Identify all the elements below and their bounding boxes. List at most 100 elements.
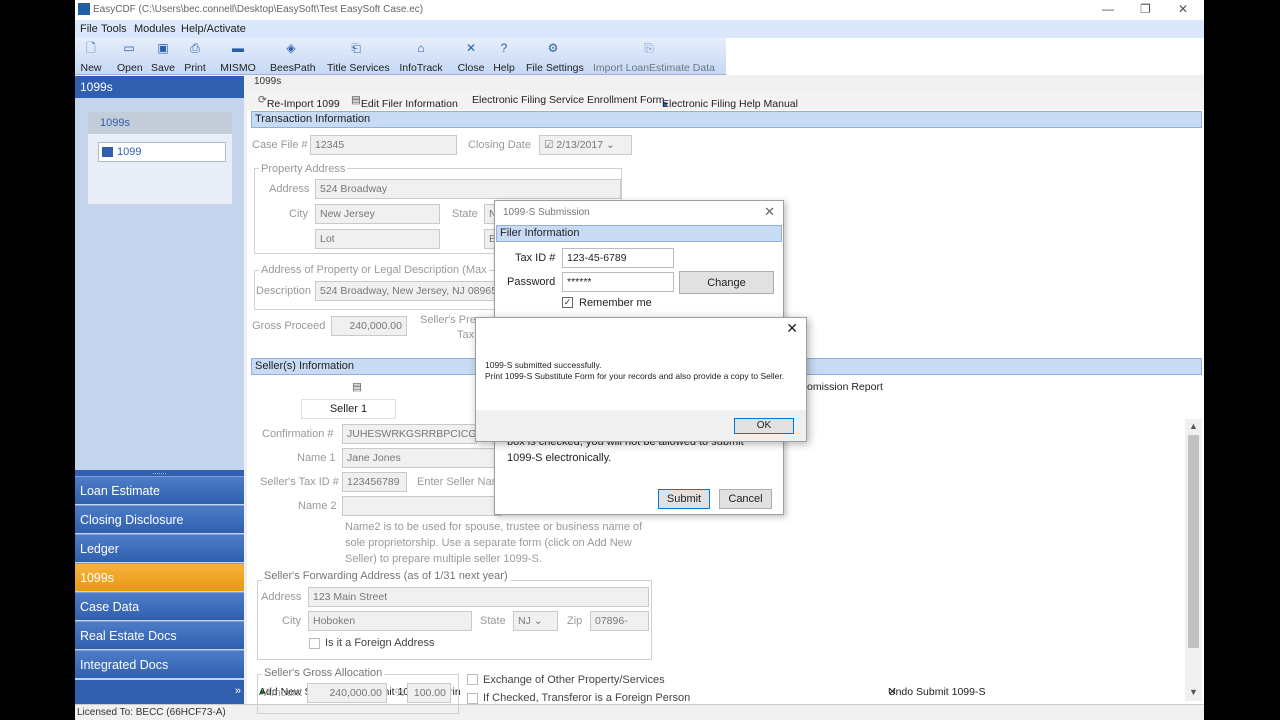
fwd-city-field[interactable]: Hoboken xyxy=(308,611,472,631)
import-loanestimate-button[interactable]: ⎘ Import LoanEstimate Data xyxy=(593,38,715,75)
dialog-close-icon[interactable]: ✕ xyxy=(764,204,775,220)
cancel-button[interactable]: Cancel xyxy=(719,489,772,509)
close-x-icon: ✕ xyxy=(465,41,477,55)
nav-real-estate-docs[interactable]: Real Estate Docs xyxy=(75,621,244,649)
message-close-icon[interactable]: ✕ xyxy=(786,320,798,337)
percent-label: % xyxy=(395,687,405,699)
city-field[interactable]: New Jersey xyxy=(315,204,440,224)
minimize-button[interactable]: — xyxy=(1102,2,1114,16)
address-field[interactable]: 524 Broadway xyxy=(315,179,621,199)
name2-field[interactable] xyxy=(342,496,502,516)
exchange-checkbox[interactable] xyxy=(467,674,478,685)
percent-field[interactable]: 100.00 xyxy=(407,683,451,703)
close-window-button[interactable]: ✕ xyxy=(1178,2,1188,16)
amount-field[interactable]: 240,000.00 xyxy=(307,683,387,703)
description-field[interactable]: 524 Broadway, New Jersey, NJ 08965 xyxy=(315,281,498,301)
transferor-label: If Checked, Transferor is a Foreign Pers… xyxy=(483,692,691,704)
fwd-state-select[interactable]: NJ ⌄ xyxy=(513,611,558,631)
edit-filer-button[interactable]: ▤ Edit Filer Information xyxy=(351,94,458,110)
print-button[interactable]: ⎙ Print xyxy=(182,38,208,75)
warning-text-line2: 1099-S electronically. xyxy=(507,452,612,464)
nav-closing-disclosure[interactable]: Closing Disclosure xyxy=(75,505,244,533)
dialog-caption: 1099-S Submission xyxy=(503,207,590,218)
fwd-address-field[interactable]: 123 Main Street xyxy=(308,587,649,607)
nav-1099s[interactable]: 1099s xyxy=(75,563,244,591)
ok-button[interactable]: OK xyxy=(734,418,794,434)
help-button[interactable]: ? Help xyxy=(493,38,515,75)
scroll-up-icon[interactable]: ▲ xyxy=(1189,421,1198,431)
case-file-field[interactable]: 12345 xyxy=(310,135,457,155)
fwd-state-label: State xyxy=(480,615,506,627)
message-body: ✕ 1099-S submitted successfully. Print 1… xyxy=(476,318,806,410)
nav-ledger[interactable]: Ledger xyxy=(75,534,244,562)
infotrack-button[interactable]: ⌂ InfoTrack xyxy=(399,38,443,75)
open-button[interactable]: ▭ Open xyxy=(117,38,143,75)
scrollbar-thumb[interactable] xyxy=(1188,435,1199,648)
address-label: Address xyxy=(269,183,310,195)
gross-proceed-field[interactable]: 240,000.00 xyxy=(331,316,407,336)
fwd-zip-field[interactable]: 07896- xyxy=(590,611,649,631)
lot-field[interactable]: Lot xyxy=(315,229,440,249)
document-tab[interactable]: 1099s xyxy=(247,76,1204,90)
sidebar-header: 1099s xyxy=(75,76,244,98)
status-bar: Licensed To: BECC (66HCF73-A) xyxy=(75,704,1204,720)
name1-field[interactable]: Jane Jones xyxy=(342,448,502,468)
chevron-down-icon: ⌄ xyxy=(533,615,543,627)
menu-file[interactable]: File xyxy=(80,23,98,35)
title-services-button[interactable]: ⎗ Title Services xyxy=(327,38,390,75)
tax-id-field[interactable]: 123-45-6789 xyxy=(562,248,674,268)
help-icon: ? xyxy=(500,41,508,55)
success-message-box: ✕ 1099-S submitted successfully. Print 1… xyxy=(475,317,807,442)
window-title: EasyCDF (C:\Users\bec.connell\Desktop\Ea… xyxy=(93,4,424,15)
name1-label: Name 1 xyxy=(297,452,336,464)
remember-me-label: Remember me xyxy=(579,297,652,309)
configure-chevron-icon[interactable]: » xyxy=(235,685,241,697)
close-case-button[interactable]: ✕ Close xyxy=(457,38,485,75)
transferor-checkbox[interactable] xyxy=(467,693,478,704)
foreign-address-checkbox[interactable] xyxy=(309,638,320,649)
property-address-legend: Property Address xyxy=(259,163,348,175)
tree-item-1099[interactable]: 1099 xyxy=(98,142,226,162)
reimport-1099-button[interactable]: ⟳ Re-Import 1099 xyxy=(258,94,340,110)
seller-tax-id-label: Seller's Tax ID # xyxy=(260,476,339,488)
seller-name-hint: Enter Seller Nan xyxy=(417,476,498,488)
nav-loan-estimate[interactable]: Loan Estimate xyxy=(75,476,244,504)
gross-allocation-legend: Seller's Gross Allocation xyxy=(262,667,385,679)
change-button[interactable]: Change xyxy=(679,271,774,294)
exchange-label: Exchange of Other Property/Services xyxy=(483,674,665,686)
fwd-zip-label: Zip xyxy=(567,615,583,627)
save-button[interactable]: ▣ Save xyxy=(151,38,175,75)
tree-group-1099s[interactable]: 1099s xyxy=(88,112,232,134)
submit-1099s-button[interactable]: ▤ Submit 1099-S xyxy=(352,381,431,698)
vertical-scrollbar[interactable]: ▲ ▼ xyxy=(1185,419,1202,701)
title-bar: EasyCDF (C:\Users\bec.connell\Desktop\Ea… xyxy=(75,0,1204,20)
name2-label: Name 2 xyxy=(298,500,337,512)
file-settings-button[interactable]: ⚙ File Settings xyxy=(526,38,584,75)
menu-tools[interactable]: Tools xyxy=(101,23,127,35)
nav-case-data[interactable]: Case Data xyxy=(75,592,244,620)
enrollment-form-link[interactable]: Electronic Filing Service Enrollment For… xyxy=(472,94,665,106)
closing-date-picker[interactable]: ☑ 2/13/2017 ⌄ xyxy=(539,135,632,155)
submit-button[interactable]: Submit xyxy=(658,489,710,509)
confirmation-field[interactable]: JUHESWRKGSRRBPCICGF2 xyxy=(342,424,477,444)
city-label: City xyxy=(289,208,308,220)
password-field[interactable]: ****** xyxy=(562,272,674,292)
remember-me-checkbox[interactable]: ✓ xyxy=(562,297,573,308)
restore-button[interactable]: ❐ xyxy=(1140,2,1151,16)
tab-seller-1[interactable]: Seller 1 xyxy=(301,399,396,419)
new-document-icon: 🗋 xyxy=(86,41,96,55)
mismo-button[interactable]: ▬ MISMO xyxy=(220,38,256,75)
beespath-button[interactable]: ◈ BeesPath xyxy=(270,38,316,75)
nav-integrated-docs[interactable]: Integrated Docs xyxy=(75,650,244,678)
seller-tax-id-field[interactable]: 123456789 xyxy=(342,472,407,492)
amount-label: Amount xyxy=(264,687,302,699)
new-button[interactable]: 🗋 New xyxy=(79,38,103,75)
case-file-label: Case File # xyxy=(252,139,308,151)
menu-help-activate[interactable]: Help/Activate xyxy=(181,23,246,35)
description-label: Description xyxy=(256,285,312,297)
menu-modules[interactable]: Modules xyxy=(134,23,176,35)
gross-proceed-label: Gross Proceed xyxy=(252,320,326,332)
filer-information-header: Filer Information xyxy=(496,225,782,242)
submission-report-button[interactable]: omission Report xyxy=(807,381,883,393)
scroll-down-icon[interactable]: ▼ xyxy=(1189,687,1198,697)
